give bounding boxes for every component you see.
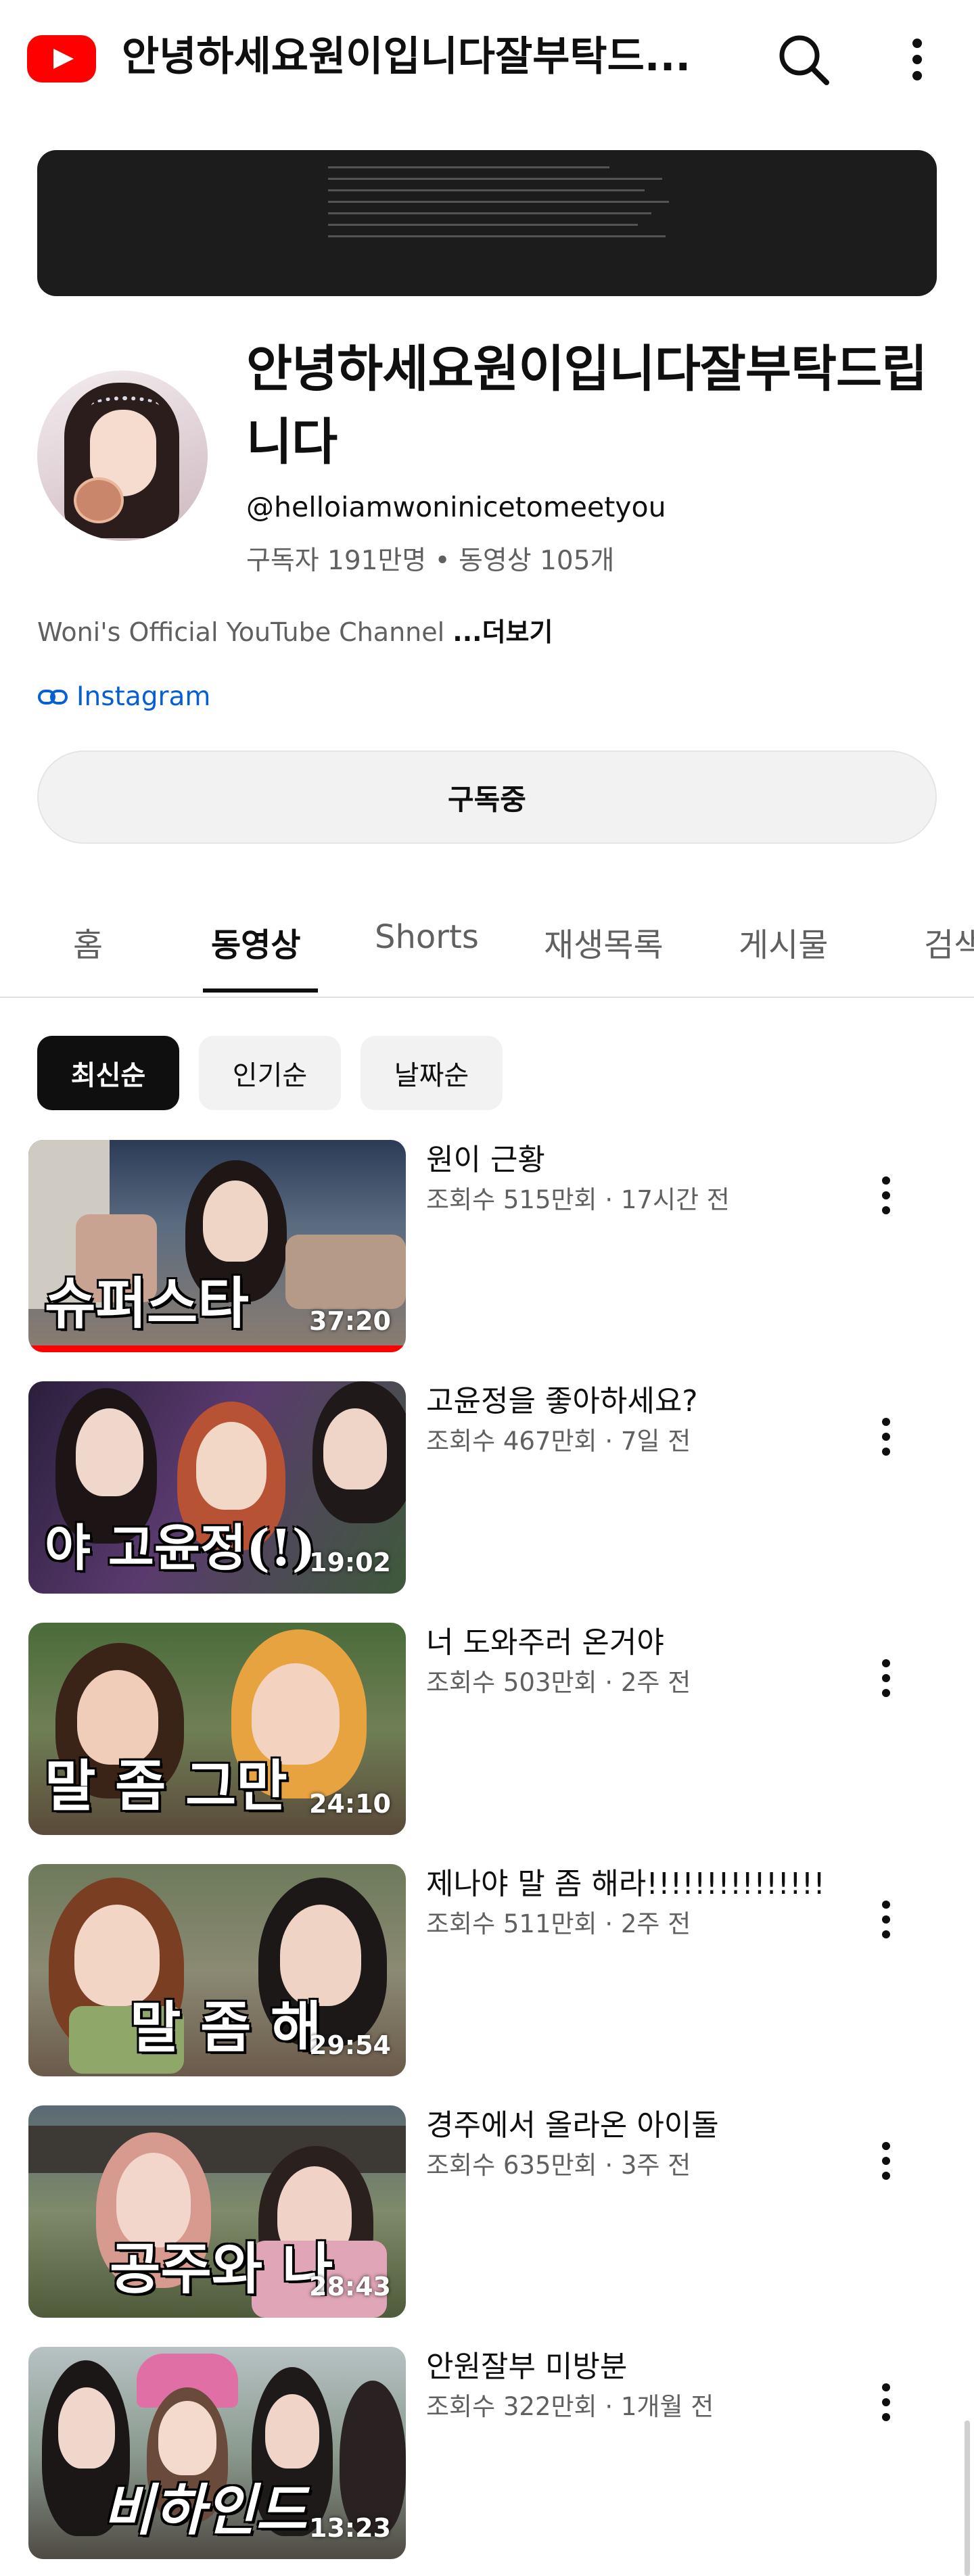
video-title[interactable]: 고윤정을 좋아하세요? bbox=[426, 1381, 859, 1422]
thumbnail-caption: 말 좀 그만 bbox=[45, 1754, 287, 1819]
video-more-button[interactable] bbox=[855, 1647, 916, 1708]
video-meta: 조회수 511만회 · 2주 전 bbox=[426, 1909, 691, 1938]
banner-text-art bbox=[328, 157, 680, 247]
video-duration: 13:23 bbox=[309, 2513, 391, 2543]
subscribed-button[interactable]: 구독중 bbox=[37, 750, 937, 844]
thumbnail-caption: 비하인드 bbox=[103, 2478, 307, 2543]
channel-avatar[interactable] bbox=[37, 371, 208, 541]
search-button[interactable] bbox=[771, 27, 836, 92]
video-title[interactable]: 너 도와주러 온거야 bbox=[426, 1623, 859, 1663]
description-text: Woni's Official YouTube Channel bbox=[37, 617, 453, 647]
video-title[interactable]: 안원잘부 미방분 bbox=[426, 2347, 859, 2387]
video-duration: 29:54 bbox=[309, 2030, 391, 2060]
thumbnail-caption: 말 좀 해 bbox=[130, 1995, 322, 2060]
more-vert-icon bbox=[882, 2383, 890, 2421]
video-duration: 37:20 bbox=[309, 1306, 391, 1336]
scrollbar[interactable] bbox=[965, 2420, 970, 2576]
channel-name: 안녕하세요원이입니다잘부탁드립니다 bbox=[246, 340, 927, 471]
tab-home[interactable]: 홈 bbox=[73, 918, 103, 965]
more-vert-icon bbox=[882, 1659, 890, 1697]
video-meta: 조회수 467만회 · 7일 전 bbox=[426, 1427, 691, 1456]
video-duration: 24:10 bbox=[309, 1789, 391, 1819]
thumbnail-caption: 야 고윤정(!) bbox=[45, 1519, 316, 1577]
chip-latest[interactable]: 최신순 bbox=[37, 1036, 179, 1110]
video-item[interactable]: 슈퍼스타 37:20 원이 근황 조회수 515만회 · 17시간 전 bbox=[0, 1140, 974, 1356]
tab-playlists[interactable]: 재생목록 bbox=[544, 918, 664, 965]
video-duration: 28:43 bbox=[309, 2272, 391, 2301]
page-title: 안녕하세요원이입니다잘부탁드... bbox=[122, 33, 691, 80]
channel-tabs: 홈 동영상 Shorts 재생목록 게시물 검색 bbox=[0, 891, 974, 998]
tab-videos[interactable]: 동영상 bbox=[211, 918, 300, 965]
channel-description[interactable]: Woni's Official YouTube Channel ...더보기 bbox=[37, 611, 553, 648]
video-meta: 조회수 635만회 · 3주 전 bbox=[426, 2151, 691, 2180]
video-thumbnail[interactable]: 비하인드 13:23 bbox=[28, 2347, 406, 2559]
video-thumbnail[interactable]: 말 좀 해 29:54 bbox=[28, 1864, 406, 2076]
chip-oldest[interactable]: 날짜순 bbox=[361, 1036, 503, 1110]
video-duration: 19:02 bbox=[309, 1548, 391, 1577]
top-app-bar: 안녕하세요원이입니다잘부탁드... bbox=[0, 0, 974, 115]
video-meta: 조회수 322만회 · 1개월 전 bbox=[426, 2392, 714, 2421]
youtube-logo-icon[interactable] bbox=[27, 35, 96, 82]
more-vert-icon bbox=[882, 1176, 890, 1214]
more-options-button[interactable] bbox=[885, 27, 950, 92]
video-title[interactable]: 원이 근황 bbox=[426, 1140, 859, 1180]
more-vert-icon bbox=[882, 1901, 890, 1938]
video-item[interactable]: 비하인드 13:23 안원잘부 미방분 조회수 322만회 · 1개월 전 bbox=[0, 2347, 974, 2563]
tab-search[interactable]: 검색 bbox=[924, 918, 974, 965]
chip-popular[interactable]: 인기순 bbox=[199, 1036, 341, 1110]
thumbnail-caption: 공주와 나 bbox=[110, 2237, 333, 2301]
channel-handle: @helloiamwoninicetomeetyou bbox=[246, 491, 666, 523]
video-more-button[interactable] bbox=[855, 2371, 916, 2432]
channel-banner bbox=[37, 150, 937, 296]
active-tab-indicator bbox=[203, 988, 318, 993]
video-thumbnail[interactable]: 말 좀 그만 24:10 bbox=[28, 1623, 406, 1835]
video-more-button[interactable] bbox=[855, 2130, 916, 2191]
video-thumbnail[interactable]: 야 고윤정(!) 19:02 bbox=[28, 1381, 406, 1594]
instagram-link[interactable]: Instagram bbox=[37, 682, 210, 712]
link-icon bbox=[38, 689, 68, 705]
instagram-link-label: Instagram bbox=[76, 682, 211, 712]
video-item[interactable]: 말 좀 해 29:54 제나야 말 좀 해라!!!!!!!!!!!!!!! 조회… bbox=[0, 1864, 974, 2080]
video-more-button[interactable] bbox=[855, 1164, 916, 1225]
video-title[interactable]: 경주에서 올라온 아이돌 bbox=[426, 2105, 859, 2146]
more-vert-icon bbox=[882, 1418, 890, 1456]
tab-shorts[interactable]: Shorts bbox=[375, 918, 479, 956]
more-vert-icon bbox=[882, 2142, 890, 2180]
video-meta: 조회수 503만회 · 2주 전 bbox=[426, 1668, 691, 1697]
video-meta: 조회수 515만회 · 17시간 전 bbox=[426, 1185, 730, 1214]
video-item[interactable]: 야 고윤정(!) 19:02 고윤정을 좋아하세요? 조회수 467만회 · 7… bbox=[0, 1381, 974, 1598]
channel-stats: 구독자 191만명 • 동영상 105개 bbox=[246, 546, 615, 576]
video-item[interactable]: 말 좀 그만 24:10 너 도와주러 온거야 조회수 503만회 · 2주 전 bbox=[0, 1623, 974, 1839]
search-icon bbox=[779, 35, 829, 85]
more-vert-icon bbox=[912, 39, 922, 80]
tab-posts[interactable]: 게시물 bbox=[739, 918, 828, 965]
watch-progress-bar bbox=[28, 1345, 406, 1352]
video-thumbnail[interactable]: 슈퍼스타 37:20 bbox=[28, 1140, 406, 1352]
video-more-button[interactable] bbox=[855, 1888, 916, 1949]
more-link[interactable]: ...더보기 bbox=[453, 617, 553, 647]
video-item[interactable]: 공주와 나 28:43 경주에서 올라온 아이돌 조회수 635만회 · 3주 … bbox=[0, 2105, 974, 2322]
thumbnail-caption: 슈퍼스타 bbox=[45, 1271, 249, 1336]
video-title[interactable]: 제나야 말 좀 해라!!!!!!!!!!!!!!! bbox=[426, 1864, 859, 1905]
video-more-button[interactable] bbox=[855, 1406, 916, 1466]
video-thumbnail[interactable]: 공주와 나 28:43 bbox=[28, 2105, 406, 2318]
